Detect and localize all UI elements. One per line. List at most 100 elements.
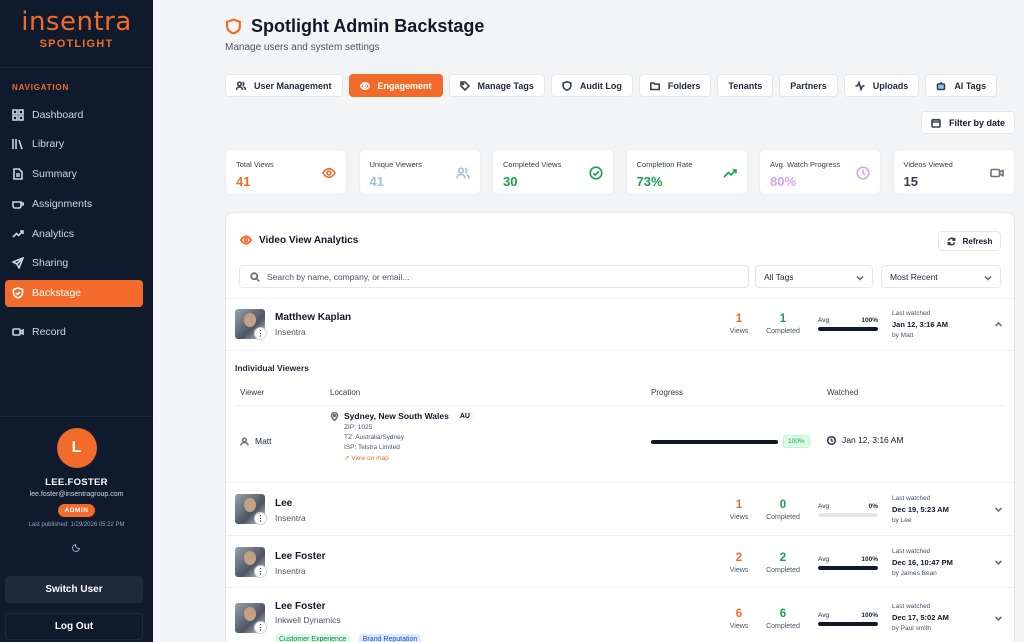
filter-by-date-button[interactable]: Filter by date [921,111,1015,134]
video-icon [989,168,1004,178]
tab-uploads[interactable]: Uploads [843,74,920,97]
sidebar-item-library[interactable]: Library [5,131,143,158]
tags-filter-select[interactable]: All Tags [755,265,873,288]
view-on-map-link[interactable]: ↗ View on map [330,454,473,462]
tag-pill-customer-experience[interactable]: Customer Experience [275,634,351,642]
moon-icon[interactable] [71,542,82,552]
stat-videos-viewed: Videos Viewed 15 [892,149,1015,195]
row-company: Insentra [275,566,306,576]
avatar[interactable]: L [56,428,97,468]
sidebar-item-backstage[interactable]: Backstage [5,279,143,307]
completed-count: 6 [779,608,787,620]
tab-manage-tags[interactable]: Manage Tags [448,74,545,97]
individual-viewers-section: Individual Viewers Viewer Location Progr… [226,350,1014,482]
views-count: 1 [735,499,743,511]
tab-ai-tags[interactable]: AI Tags [925,74,998,97]
sidebar-item-assignments[interactable]: Assignments [5,190,143,217]
completed-label: Completed [766,328,800,335]
stat-label: Completed Views [503,160,562,169]
tag-icon [459,80,470,91]
progress-cell: 100% [651,435,810,448]
chevron-down-icon[interactable] [994,505,1003,514]
more-options-icon[interactable]: ⋮ [254,621,267,634]
tab-label: AI Tags [954,80,987,91]
tab-tenants[interactable]: Tenants [717,74,774,97]
completed-label: Completed [766,567,800,574]
sidebar-item-sharing[interactable]: Sharing [5,250,143,277]
tab-partners[interactable]: Partners [779,74,838,97]
user-profile: L LEE.FOSTER lee.foster@insentragroup.co… [0,416,153,557]
avg-progress-bar [818,566,878,570]
avg-value: 100% [861,317,878,324]
tab-audit-log[interactable]: Audit Log [550,74,633,97]
folder-icon [649,81,660,90]
sidebar-item-summary[interactable]: Summary [5,161,143,188]
more-options-icon[interactable]: ⋮ [254,512,267,525]
last-watched-label: Last watched [892,495,931,502]
chevron-down-icon [856,275,864,281]
last-watched-by: by Paul smith [892,625,932,632]
avg-progress-bar [818,622,878,626]
avg-label: Avg [818,556,830,563]
search-box [239,265,749,288]
completed-metric: 6 Completed [763,608,803,630]
switch-user-button[interactable]: Switch User [5,576,143,603]
library-icon [12,139,23,150]
tab-engagement[interactable]: Engagement [348,74,443,97]
tab-label: Manage Tags [477,80,534,91]
refresh-button[interactable]: Refresh [938,231,1001,251]
row-name: Matthew Kaplan [275,312,352,323]
views-metric: 2 Views [719,552,759,574]
tag-pill-brand-reputation[interactable]: Brand Reputation [358,634,422,642]
avg-progress: Avg 100% [818,317,878,331]
sidebar-item-record[interactable]: Record [5,319,143,346]
shield-icon [12,287,24,300]
select-value: Most Recent [890,271,938,282]
column-header-progress: Progress [651,388,684,397]
user-icon [240,436,249,446]
tab-bar: User Management Engagement Manage Tags A… [225,74,1003,97]
grid-icon [12,108,24,121]
header-divider [235,405,1005,406]
sidebar-item-analytics[interactable]: Analytics [5,220,143,247]
users-icon [236,80,246,90]
location-city: Sydney, New South Wales [344,411,449,421]
table-row[interactable]: ⋮ Matthew Kaplan Insentra 1 Views 1 Comp… [226,298,1014,350]
stats-row: Total Views 41 Unique Viewers 41 Complet… [225,149,1024,195]
table-row[interactable]: ⋮ Lee Foster Insentra 2 Views 2 Complete… [226,535,1014,587]
location-cell: Sydney, New South Wales AU ZIP: 1025 TZ:… [330,411,473,462]
user-email: lee.foster@insentragroup.com [29,491,124,498]
map-pin-icon [330,411,339,421]
sort-select[interactable]: Most Recent [881,265,1001,288]
sidebar-item-label: Library [32,138,65,151]
table-row[interactable]: ⋮ Lee Foster Inkwell Dynamics Customer E… [226,587,1014,642]
more-options-icon[interactable]: ⋮ [254,327,267,340]
completed-count: 2 [779,552,787,564]
sidebar-item-dashboard[interactable]: Dashboard [5,101,143,128]
table-row[interactable]: ⋮ Lee Insentra 1 Views 0 Completed Avg 0%… [226,482,1014,535]
tab-folders[interactable]: Folders [638,74,712,97]
brand-name: insentra [21,7,132,37]
clock-icon [856,166,870,180]
tab-user-management[interactable]: User Management [225,74,343,97]
chevron-up-icon[interactable] [994,320,1003,329]
chevron-down-icon[interactable] [994,614,1003,623]
avg-value: 0% [868,503,878,510]
avg-progress: Avg 100% [818,556,878,570]
last-watched-label: Last watched [892,603,931,610]
clock-icon [827,435,836,445]
completed-label: Completed [766,514,800,521]
stat-label: Avg. Watch Progress [770,160,841,169]
last-watched-date: Dec 16, 10:47 PM [892,558,953,567]
search-input[interactable] [267,271,727,282]
column-header-viewer: Viewer [240,388,265,397]
row-company: Insentra [275,327,306,337]
logout-button[interactable]: Log Out [5,613,143,640]
completed-count: 1 [779,313,787,325]
stat-label: Total Views [236,160,274,169]
views-metric: 6 Views [719,608,759,630]
last-watched: Last watched Dec 19, 5:23 AM by Lee [892,495,949,524]
chevron-down-icon[interactable] [994,558,1003,567]
brand-logo[interactable]: insentra SPOTLIGHT [0,0,153,68]
more-options-icon[interactable]: ⋮ [254,565,267,578]
